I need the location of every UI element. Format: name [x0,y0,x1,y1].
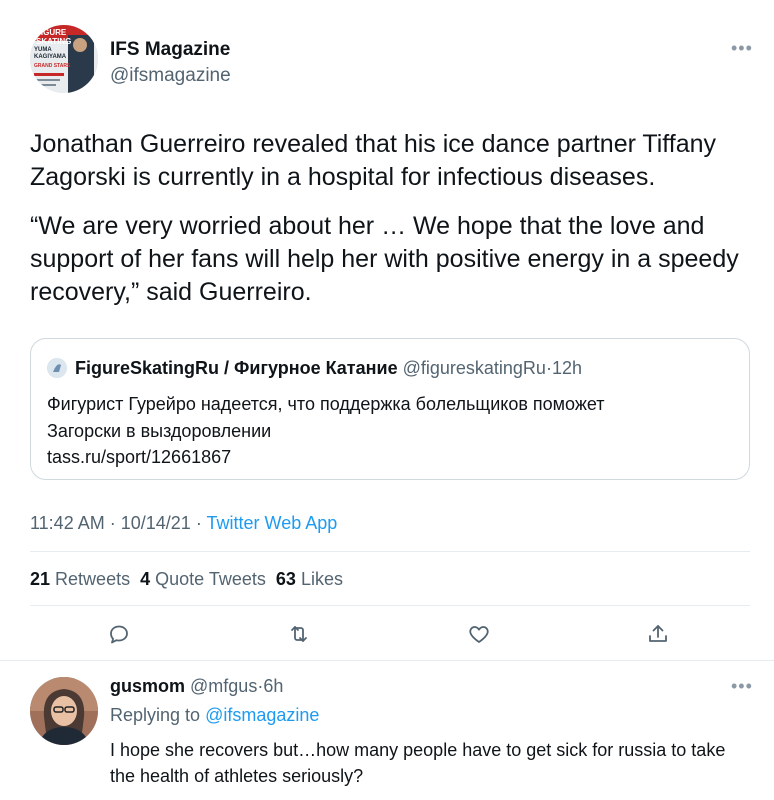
likes-stat[interactable]: 63 Likes [276,569,343,589]
tweet-date[interactable]: 10/14/21 [121,513,191,533]
avatar-cover-sub: GRAND STARS [34,63,71,69]
quote-author-avatar [47,358,67,378]
divider [30,605,750,606]
author-name[interactable]: IFS Magazine [110,39,230,61]
reply-header: gusmom @mfgus·6h [110,676,283,697]
source-separator: · [195,513,202,533]
quote-tweets-stat[interactable]: 4 Quote Tweets [140,569,266,589]
quote-text-line-1: Фигурист Гурейро надеется, что поддержка… [47,394,605,414]
more-options-icon[interactable]: ••• [731,38,753,59]
tweet-text-paragraph-2: “We are very worried about her … We hope… [30,212,739,306]
reply-time[interactable]: 6h [263,676,283,696]
replying-to-label: Replying to [110,705,201,725]
tweet-time[interactable]: 11:42 AM [30,513,105,533]
avatar-cover-name: YUMA KAGIYAMA [34,47,67,60]
like-icon[interactable] [465,620,493,648]
replying-to: Replying to @ifsmagazine [110,705,319,726]
replying-to-handle[interactable]: @ifsmagazine [205,705,319,725]
retweets-stat[interactable]: 21 Retweets [30,569,130,589]
reply-author-handle[interactable]: @mfgus [190,676,257,696]
quoted-tweet[interactable]: FigureSkatingRu / Фигурное Катание @figu… [30,338,750,480]
tweet-timestamp: 11:42 AM · 10/14/21 · Twitter Web App [30,513,337,534]
quote-author-handle: @figureskatingRu [402,358,546,378]
reply-more-options-icon[interactable]: ••• [731,676,753,697]
divider [30,551,750,552]
quote-link[interactable]: tass.ru/sport/12661867 [47,444,231,470]
avatar-cover-title: FIGURE SKATING [36,28,72,46]
tweet-stats: 21 Retweets 4 Quote Tweets 63 Likes [30,569,343,590]
reply-author-avatar[interactable] [30,677,98,745]
share-icon[interactable] [644,620,672,648]
quote-text-line-2: Загорски в выздоровлении [47,421,272,441]
author-handle[interactable]: @ifsmagazine [110,65,231,87]
tweet-text-paragraph-1: Jonathan Guerreiro revealed that his ice… [30,130,717,191]
timestamp-separator: · [109,513,116,533]
reply-author-name[interactable]: gusmom [110,676,185,696]
author-avatar[interactable]: FIGURE SKATING YUMA KAGIYAMA GRAND STARS [30,25,98,93]
reply-icon[interactable] [105,620,133,648]
reply-text: I hope she recovers but…how many people … [110,740,726,786]
retweet-icon[interactable] [285,620,313,648]
quote-time: 12h [551,358,582,378]
quote-author-name: FigureSkatingRu / Фигурное Катание [75,358,398,378]
tweet-source[interactable]: Twitter Web App [207,513,338,533]
divider [0,660,774,661]
